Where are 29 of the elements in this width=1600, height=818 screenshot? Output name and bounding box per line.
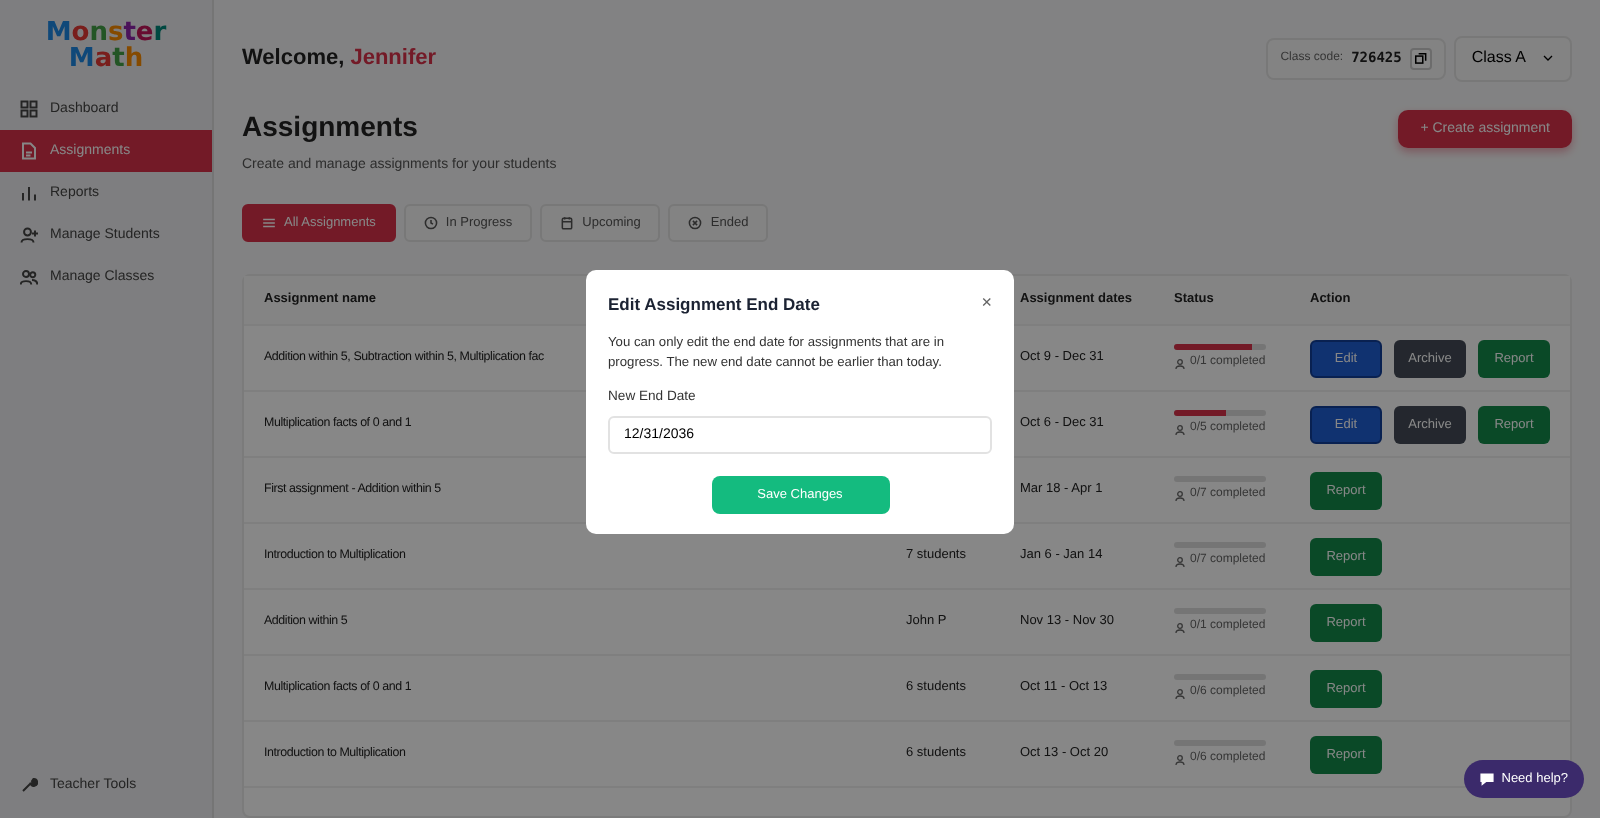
progress-bar (1174, 410, 1266, 417)
user-icon (1174, 423, 1186, 436)
user-icon (1174, 753, 1186, 766)
user-icon (1174, 555, 1186, 568)
user-icon (1174, 489, 1186, 502)
chat-icon (1479, 771, 1494, 786)
grid-icon (20, 100, 38, 118)
document-icon (20, 142, 38, 160)
bar-chart-icon (20, 184, 38, 202)
logo: Monster Math (45, 16, 167, 78)
user-icon (1174, 687, 1186, 700)
calendar-icon (560, 216, 575, 231)
copy-button[interactable] (1409, 47, 1432, 70)
user-icon (1174, 621, 1186, 634)
close-circle-icon (688, 216, 703, 231)
close-button[interactable]: × (981, 294, 992, 315)
progress-bar (1174, 344, 1266, 351)
list-icon (262, 216, 276, 231)
caret-icon (1542, 52, 1554, 65)
greeting: Welcome, Jennifer (242, 44, 437, 75)
user-icon (1174, 357, 1186, 370)
modal-title: Edit Assignment End Date (608, 294, 820, 315)
users-icon (20, 268, 38, 286)
page-title: Assignments (242, 109, 420, 144)
clock-icon (423, 216, 438, 231)
add-user-icon (20, 226, 38, 244)
copy-icon (1413, 51, 1428, 66)
wrench-icon (20, 776, 38, 794)
class-select[interactable]: Class A (1453, 36, 1572, 82)
